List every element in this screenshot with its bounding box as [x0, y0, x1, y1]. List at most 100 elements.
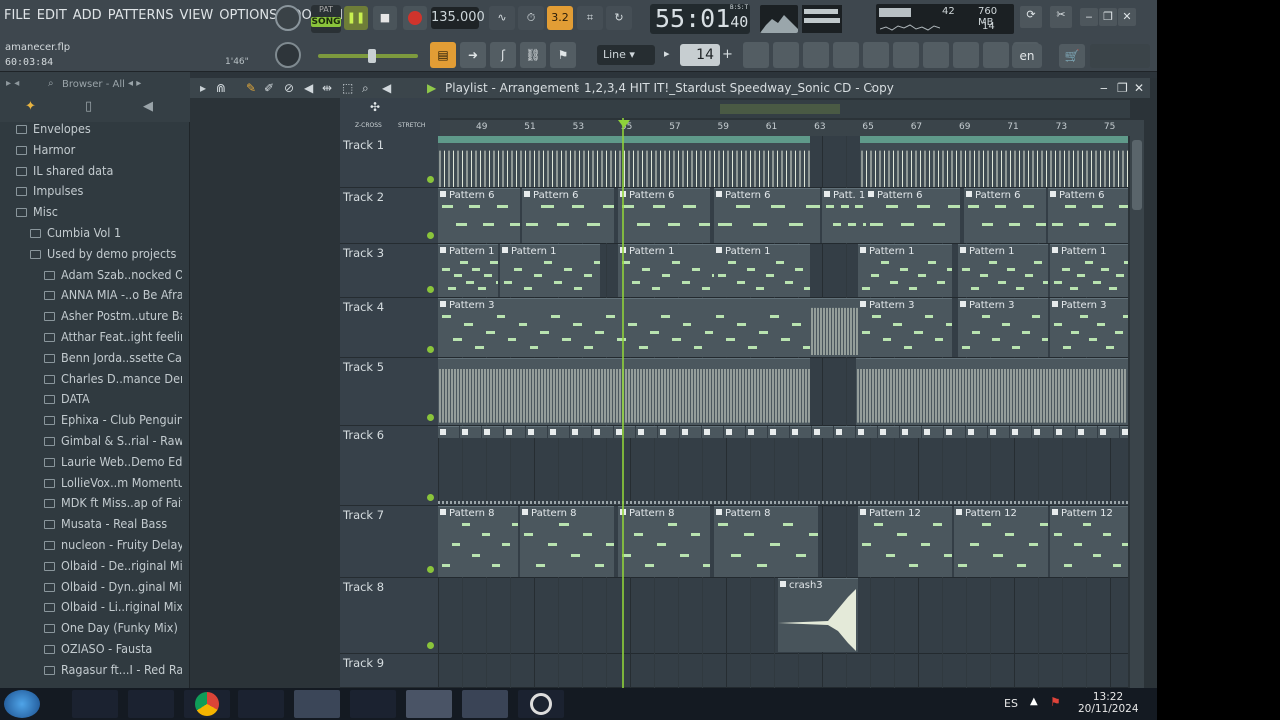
playlist-clip[interactable] [1076, 426, 1097, 438]
channel-rack-icon[interactable] [773, 42, 799, 68]
explorer-icon[interactable] [350, 690, 396, 718]
browser-item[interactable]: LollieVox..m Momentum [0, 472, 182, 493]
browser-item[interactable]: Adam Szab..nocked Out [0, 264, 182, 285]
menu-item-file[interactable]: FILE [4, 8, 31, 23]
search-icon[interactable]: ⌕ [48, 78, 54, 89]
browser-item[interactable]: Impulses [0, 180, 182, 201]
browser-item[interactable]: Harmor [0, 139, 182, 160]
tray-arrow-icon[interactable]: ▲ [1030, 696, 1038, 707]
playlist-clip[interactable]: Pattern 6 [1048, 188, 1128, 243]
playlist-clip[interactable]: crash3 [778, 578, 858, 652]
browser-item[interactable]: Laurie Web..Demo Edit) [0, 451, 182, 472]
browser-item[interactable]: Olbaid - De..riginal Mix) [0, 555, 182, 576]
playlist-clip[interactable]: Pattern 1 [714, 244, 810, 297]
refresh-icon[interactable]: ⟳ [1020, 6, 1042, 28]
media-player-icon[interactable] [238, 690, 284, 718]
browser-item[interactable]: Olbaid - Li..riginal Mix) [0, 596, 182, 617]
playlist-maximize[interactable]: ❐ [1117, 78, 1128, 98]
playlist-clip[interactable] [856, 426, 877, 438]
record-button[interactable] [403, 6, 427, 30]
play-button[interactable]: ❚❚ [344, 6, 368, 30]
playlist-clip[interactable]: Pattern 1 [438, 244, 498, 297]
playlist-clip[interactable] [812, 426, 833, 438]
playlist-scrollbar[interactable] [1130, 120, 1144, 688]
playlist-clip[interactable] [988, 426, 1009, 438]
paint-app-icon[interactable] [72, 690, 118, 718]
delete-icon[interactable]: ⊘ [284, 78, 294, 98]
playlist-clip[interactable] [438, 358, 810, 425]
playback-icon[interactable]: ◀ [382, 78, 391, 98]
playlist-clip[interactable] [438, 426, 459, 438]
playlist-clip[interactable]: Pattern 1 [1050, 244, 1128, 297]
mute-icon[interactable]: ◀ [304, 78, 313, 98]
playlist-clip[interactable]: Pattern 6 [438, 188, 520, 243]
playlist-clip[interactable] [900, 426, 921, 438]
fl-studio-active-icon[interactable] [406, 690, 452, 718]
browser-menu-icon[interactable]: ▸ ◂ [6, 78, 19, 89]
browser-item[interactable]: Ragasur ft...I - Red Rani [0, 659, 182, 680]
playhead[interactable] [622, 118, 624, 688]
browser-item[interactable]: Benn Jorda..ssette Cafe [0, 347, 182, 368]
paint-icon[interactable]: ✐ [264, 78, 274, 98]
playlist-clip[interactable] [724, 426, 745, 438]
microphone-icon[interactable] [983, 42, 1009, 68]
playlist-overview[interactable] [440, 100, 1130, 118]
language-indicator[interactable]: ES [1004, 697, 1018, 710]
zoom-icon[interactable]: ⌕ [362, 78, 369, 98]
sort-icon[interactable]: ✦ [25, 99, 36, 114]
pattern-selector[interactable]: 14 [680, 44, 720, 66]
magnet-icon[interactable]: ⋒ [216, 78, 226, 98]
arrange-icon[interactable]: ✣ [370, 100, 380, 114]
browser-item[interactable]: Envelopes [0, 118, 182, 139]
metronome-icon[interactable]: ∿ [489, 6, 515, 30]
track-header[interactable]: Track 1 [340, 136, 438, 188]
browser-item[interactable]: Musata - Real Bass [0, 513, 182, 534]
playlist-clip[interactable] [810, 298, 860, 357]
piano-roll-icon[interactable] [743, 42, 769, 68]
playlist-clip[interactable] [680, 426, 701, 438]
playlist-clip[interactable] [526, 426, 547, 438]
track-mute-led[interactable] [427, 414, 434, 421]
track-header[interactable]: Track 4 [340, 298, 438, 358]
track-header[interactable]: Track 9 [340, 654, 438, 688]
countdown-icon[interactable]: 3.2 [547, 6, 573, 30]
browser-nav-arrows[interactable]: ◂ ▸ [128, 78, 141, 89]
playhead-marker-icon[interactable] [618, 120, 630, 128]
browser-toggle-icon[interactable] [833, 42, 859, 68]
playlist-menu-icon[interactable]: ▸ [200, 78, 206, 98]
pattern-song-toggle[interactable]: PAT SONG [311, 5, 341, 33]
playlist-clip[interactable]: Pattern 1 [958, 244, 1048, 297]
mixer-icon[interactable] [803, 42, 829, 68]
browser-item[interactable]: Misc [0, 201, 182, 222]
files-icon[interactable]: ▯ [85, 99, 92, 114]
playlist-clip[interactable] [460, 426, 481, 438]
brush-icon[interactable]: ʃ [490, 42, 516, 68]
fl-studio-taskbar-icon[interactable] [294, 690, 340, 718]
plug-icon[interactable] [953, 42, 979, 68]
playlist-clip[interactable] [1010, 426, 1031, 438]
prev-pattern-icon[interactable]: ▸ [664, 47, 670, 60]
playlist-clip[interactable] [548, 426, 569, 438]
playlist-clip[interactable]: Pattern 12 [954, 506, 1048, 577]
menu-item-options[interactable]: OPTIONS [219, 8, 277, 23]
track-header[interactable]: Track 8 [340, 578, 438, 654]
chrome-icon[interactable] [184, 690, 230, 718]
close-button[interactable]: ✕ [1118, 8, 1136, 26]
timeline-ruler[interactable]: 49 51 53 55 57 59 61 63 65 67 69 71 73 75 [440, 120, 1130, 136]
browser-item[interactable]: Atthar Feat..ight feeling [0, 326, 182, 347]
pin-icon[interactable] [923, 42, 949, 68]
track-header[interactable]: Track 2 [340, 188, 438, 244]
master-pitch-knob[interactable] [275, 42, 301, 68]
browser-item[interactable]: Cumbia Vol 1 [0, 222, 182, 243]
browser-item[interactable]: Used by demo projects [0, 243, 182, 264]
track-header[interactable]: Track 3 [340, 244, 438, 298]
menu-item-view[interactable]: VIEW [179, 8, 213, 23]
playlist-clip[interactable]: Pattern 8 [520, 506, 614, 577]
restore-button[interactable]: ❐ [1099, 8, 1117, 26]
playlist-clip[interactable]: Pattern 6 [866, 188, 960, 243]
control-panel-icon[interactable] [128, 690, 174, 718]
track-mute-led[interactable] [427, 566, 434, 573]
track-header[interactable]: Track 5 [340, 358, 438, 426]
playlist-clip[interactable]: Pattern 8 [714, 506, 818, 577]
track-mute-led[interactable] [427, 232, 434, 239]
